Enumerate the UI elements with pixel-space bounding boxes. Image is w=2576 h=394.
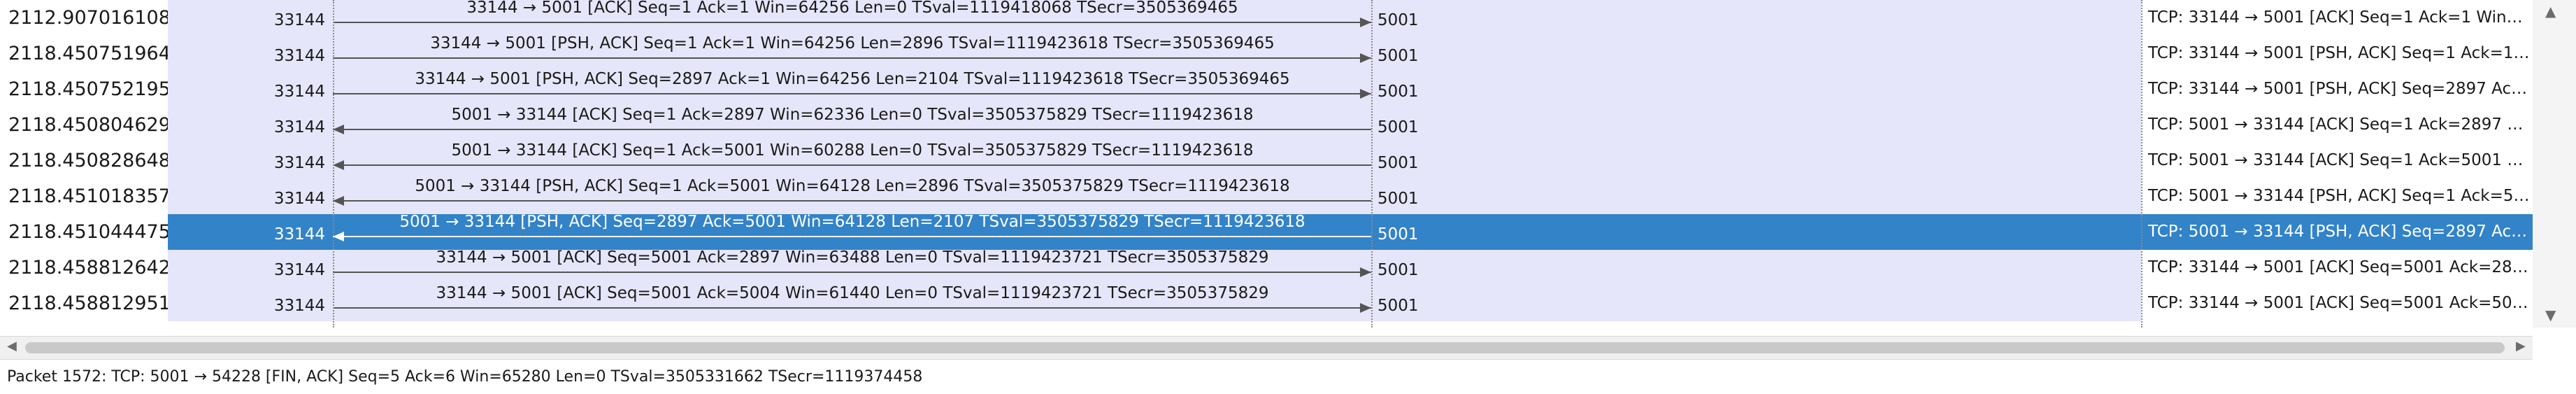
info-cell: TCP: 33144 → 5001 [PSH, ACK] Seq=2897 Ac… <box>2141 71 2533 107</box>
info-cell: TCP: 33144 → 5001 [ACK] Seq=1 Ack=1 Win=… <box>2141 0 2533 36</box>
source-port-label: 33144 <box>273 190 325 208</box>
flow-message: 33144 → 5001 [ACK] Seq=5001 Ack=2897 Win… <box>436 248 1269 267</box>
source-port-label: 33144 <box>273 297 325 315</box>
host-a-lifeline <box>333 0 334 328</box>
flow-message: 5001 → 33144 [PSH, ACK] Seq=1 Ack=5001 W… <box>415 177 1290 195</box>
scroll-left-icon[interactable]: ◀ <box>7 339 17 353</box>
arrow-right-icon <box>333 53 1371 63</box>
flow-row[interactable]: 2118.450828648 TCP: 5001 → 33144 [ACK] Se… <box>0 141 2576 178</box>
arrow-right-icon <box>333 89 1371 99</box>
info-cell: TCP: 5001 → 33144 [PSH, ACK] Seq=1 Ack=5… <box>2141 178 2533 214</box>
flow-message: 5001 → 33144 [ACK] Seq=1 Ack=5001 Win=60… <box>451 141 1254 160</box>
comment-column-separator <box>2141 0 2142 328</box>
flow-message: 33144 → 5001 [PSH, ACK] Seq=2897 Ack=1 W… <box>415 70 1290 88</box>
arrow-left-icon <box>333 160 1371 170</box>
horizontal-scrollbar[interactable]: ◀ ▶ <box>0 336 2533 360</box>
info-cell: TCP: 5001 → 33144 [PSH, ACK] Seq=2897 Ac… <box>2141 214 2533 250</box>
destination-port-label: 5001 <box>1378 154 1419 172</box>
destination-port-label: 5001 <box>1378 261 1419 279</box>
status-text: Packet 1572: TCP: 5001 → 54228 [FIN, ACK… <box>7 368 923 386</box>
arrow-left-icon <box>333 232 1371 241</box>
flow-message: 5001 → 33144 [ACK] Seq=1 Ack=2897 Win=62… <box>451 106 1254 124</box>
flow-row[interactable]: 2118.450751964 TCP: 33144 → 5001 [PSH, AC… <box>0 34 2576 71</box>
time-cell: 2118.458812951 <box>0 286 171 321</box>
flow-row[interactable]: 2118.451044475 TCP: 5001 → 33144 [PSH, AC… <box>0 213 2576 250</box>
source-port-label: 33144 <box>273 83 325 101</box>
time-cell: 2118.450828648 <box>0 143 171 178</box>
arrow-left-icon <box>333 196 1371 206</box>
time-cell: 2118.451044475 <box>0 214 171 250</box>
time-cell: 2118.450804629 <box>0 107 171 143</box>
arrow-left-icon <box>333 125 1371 134</box>
arrow-right-icon <box>333 267 1371 277</box>
flow-message: 33144 → 5001 [ACK] Seq=1 Ack=1 Win=64256… <box>466 0 1238 17</box>
source-port-label: 33144 <box>273 154 325 172</box>
time-cell: 2112.907016108 <box>0 0 171 36</box>
destination-port-label: 5001 <box>1378 47 1419 65</box>
destination-port-label: 5001 <box>1378 83 1419 101</box>
flow-row[interactable]: 2118.450752195 TCP: 33144 → 5001 [PSH, AC… <box>0 70 2576 107</box>
flow-row[interactable]: 2112.907016108 TCP: 33144 → 5001 [ACK] Se… <box>0 0 2576 36</box>
info-cell: TCP: 5001 → 33144 [ACK] Seq=1 Ack=2897 W… <box>2141 107 2533 143</box>
flow-row[interactable]: 2118.450804629 TCP: 5001 → 33144 [ACK] Se… <box>0 106 2576 143</box>
time-cell: 2118.451018357 <box>0 178 171 214</box>
source-port-label: 33144 <box>273 118 325 136</box>
time-cell: 2118.450751964 <box>0 36 171 71</box>
status-bar: Packet 1572: TCP: 5001 → 54228 [FIN, ACK… <box>0 363 2576 394</box>
arrow-right-icon <box>333 17 1371 27</box>
source-port-label: 33144 <box>273 225 325 244</box>
scroll-down-icon[interactable]: ▼ <box>2545 307 2556 323</box>
info-cell: TCP: 33144 → 5001 [ACK] Seq=5001 Ack=289… <box>2141 250 2533 286</box>
flow-message: 33144 → 5001 [ACK] Seq=5001 Ack=5004 Win… <box>436 284 1269 302</box>
time-cell: 2118.458812642 <box>0 250 171 286</box>
flow-row[interactable]: 2118.458812642 TCP: 33144 → 5001 [ACK] Se… <box>0 248 2576 286</box>
flow-message: 33144 → 5001 [PSH, ACK] Seq=1 Ack=1 Win=… <box>430 34 1275 52</box>
flow-row[interactable]: 2118.451018357 TCP: 5001 → 33144 [PSH, AC… <box>0 177 2576 214</box>
arrow-right-icon <box>333 303 1371 313</box>
flow-graph-area[interactable]: 2112.907016108 TCP: 33144 → 5001 [ACK] Se… <box>0 0 2576 328</box>
source-port-label: 33144 <box>273 261 325 279</box>
scroll-up-icon[interactable]: ▲ <box>2545 3 2556 20</box>
flow-message: 5001 → 33144 [PSH, ACK] Seq=2897 Ack=500… <box>399 213 1305 231</box>
source-port-label: 33144 <box>273 47 325 65</box>
flow-row[interactable]: 2118.458812951 TCP: 33144 → 5001 [ACK] Se… <box>0 284 2576 321</box>
destination-port-label: 5001 <box>1378 190 1419 208</box>
horizontal-scroll-thumb[interactable] <box>25 342 2505 353</box>
info-cell: TCP: 33144 → 5001 [ACK] Seq=5001 Ack=500… <box>2141 286 2533 321</box>
destination-port-label: 5001 <box>1378 118 1419 136</box>
host-b-lifeline <box>1371 0 1373 328</box>
info-cell: TCP: 33144 → 5001 [PSH, ACK] Seq=1 Ack=1… <box>2141 36 2533 71</box>
destination-port-label: 5001 <box>1378 225 1419 244</box>
scroll-right-icon[interactable]: ▶ <box>2516 339 2526 353</box>
vertical-scrollbar[interactable]: ▲ ▼ <box>2533 0 2576 328</box>
destination-port-label: 5001 <box>1378 297 1419 315</box>
time-cell: 2118.450752195 <box>0 71 171 107</box>
destination-port-label: 5001 <box>1378 11 1419 29</box>
info-cell: TCP: 5001 → 33144 [ACK] Seq=1 Ack=5001 W… <box>2141 143 2533 178</box>
source-port-label: 33144 <box>273 11 325 29</box>
